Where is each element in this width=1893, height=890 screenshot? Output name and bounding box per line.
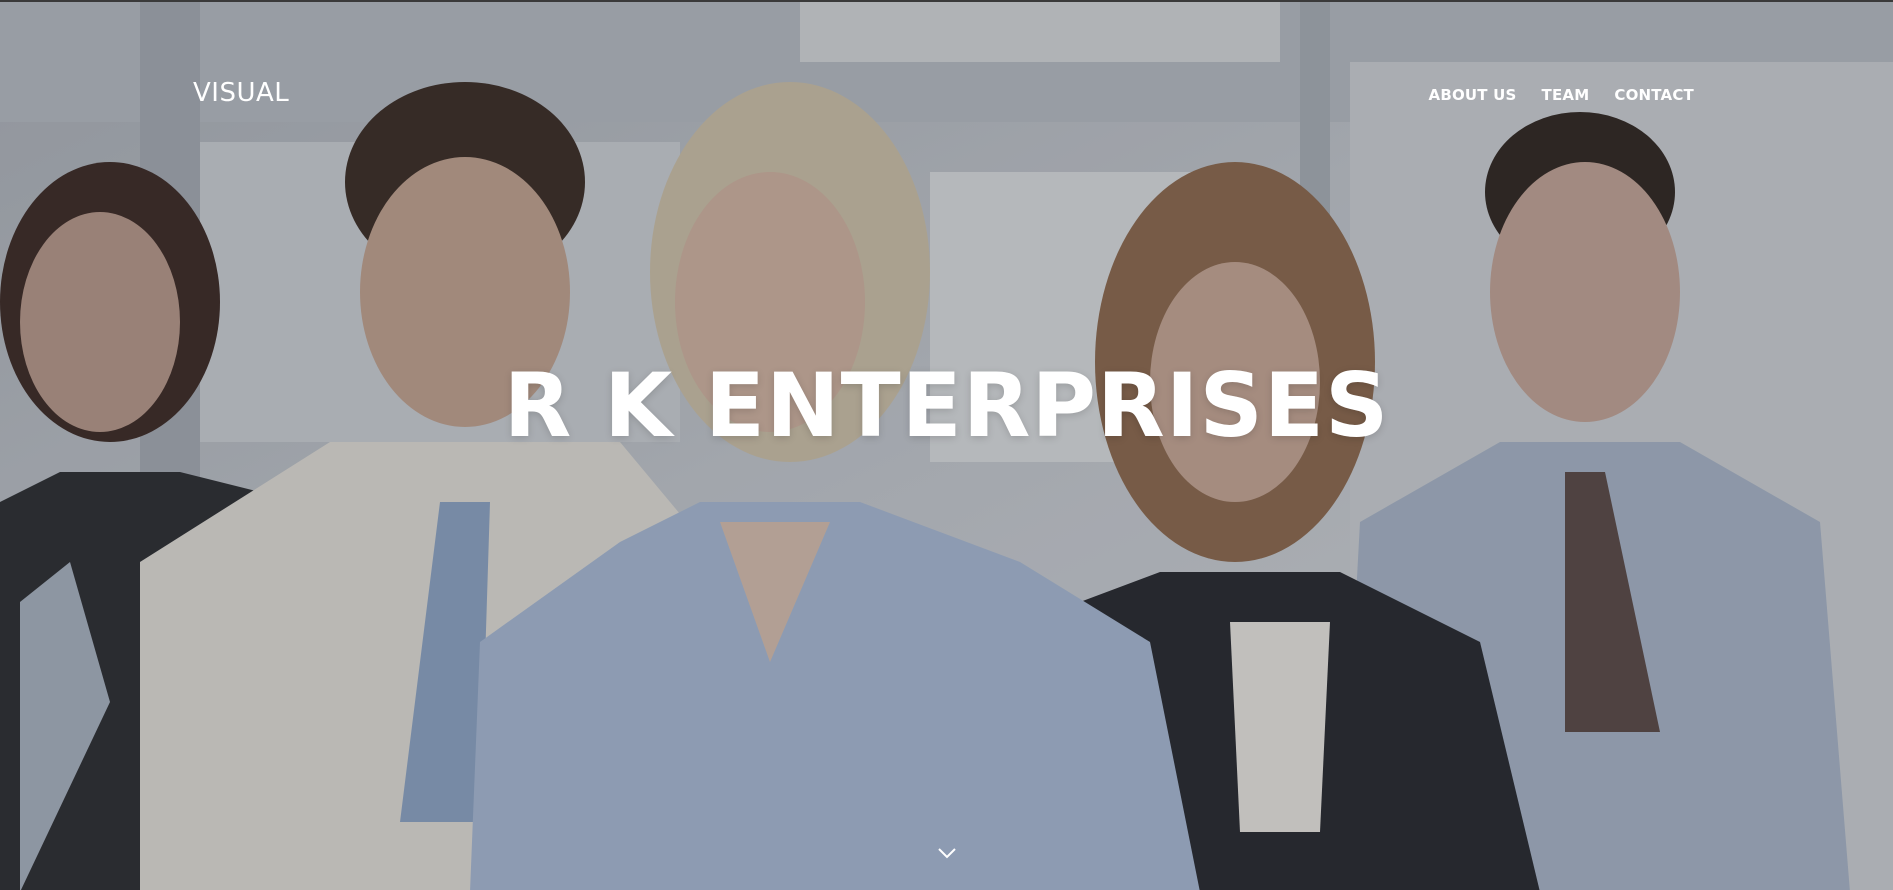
top-navbar: VISUAL ABOUT US TEAM CONTACT — [0, 2, 1893, 188]
scroll-down-button[interactable] — [936, 842, 958, 864]
chevron-down-icon — [938, 848, 956, 859]
nav-link-team[interactable]: TEAM — [1542, 86, 1590, 104]
nav-links: ABOUT US TEAM CONTACT — [1429, 86, 1694, 104]
hero-section: VISUAL ABOUT US TEAM CONTACT R K ENTERPR… — [0, 0, 1893, 890]
brand-logo[interactable]: VISUAL — [193, 78, 289, 108]
nav-link-about-us[interactable]: ABOUT US — [1429, 86, 1517, 104]
hero-title: R K ENTERPRISES — [503, 354, 1390, 457]
nav-link-contact[interactable]: CONTACT — [1614, 86, 1694, 104]
